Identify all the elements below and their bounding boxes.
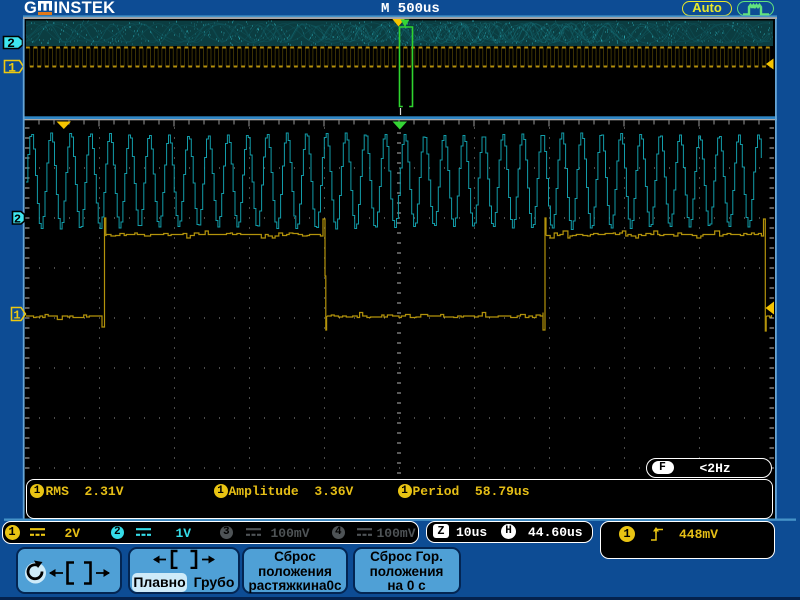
svg-text:1: 1 [8, 61, 16, 76]
svg-text:2: 2 [14, 213, 21, 227]
svg-text:2: 2 [7, 36, 15, 51]
svg-text:1: 1 [13, 309, 20, 323]
